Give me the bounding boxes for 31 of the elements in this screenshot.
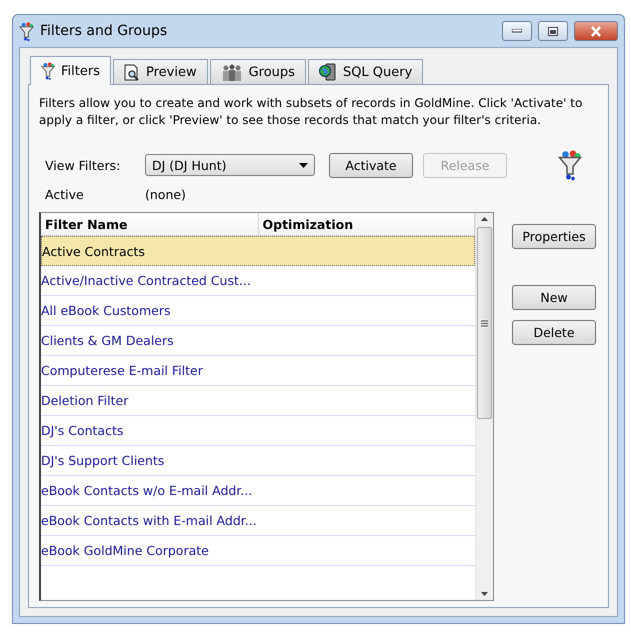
minimize-icon [512, 29, 522, 33]
minimize-button[interactable] [502, 21, 532, 41]
window-title: Filters and Groups [40, 23, 168, 39]
database-globe-icon [318, 63, 337, 81]
funnel-icon [19, 22, 34, 40]
active-value: (none) [145, 187, 186, 202]
view-filters-label: View Filters: [44, 158, 122, 172]
action-button[interactable]: Activate [329, 152, 413, 178]
people-icon [220, 64, 243, 80]
scrollbar[interactable] [475, 213, 493, 600]
action-button[interactable]: New [512, 285, 596, 310]
filter-row[interactable]: Active Contracts [41, 236, 475, 266]
action-button[interactable]: Properties [512, 224, 596, 249]
tab[interactable]: Filters [30, 56, 111, 85]
caret-icon [299, 162, 308, 168]
maximize-icon [548, 26, 558, 36]
magnifier-page-icon [124, 64, 140, 80]
tab[interactable]: Groups [210, 59, 306, 85]
close-button[interactable] [574, 21, 618, 41]
active-label: Active [44, 187, 85, 202]
view-filters-dropdown[interactable]: DJ (DJ Hunt) [145, 154, 315, 176]
tab[interactable]: SQL Query [308, 59, 424, 85]
column-header[interactable]: Filter Name [41, 213, 258, 235]
description-text: Filters allow you to create and work with subsets of records in GoldMine. Click 'Activate' to apply a filter, or click 'Preview' to see those records that match your filter's criteria. [39, 95, 584, 129]
close-icon [590, 26, 602, 36]
funnel-icon [558, 149, 582, 181]
grip-icon [481, 320, 488, 326]
maximize-button[interactable] [538, 21, 568, 41]
action-button[interactable]: Delete [512, 320, 596, 345]
tab[interactable]: Preview [112, 59, 208, 85]
funnel-icon [41, 62, 55, 80]
